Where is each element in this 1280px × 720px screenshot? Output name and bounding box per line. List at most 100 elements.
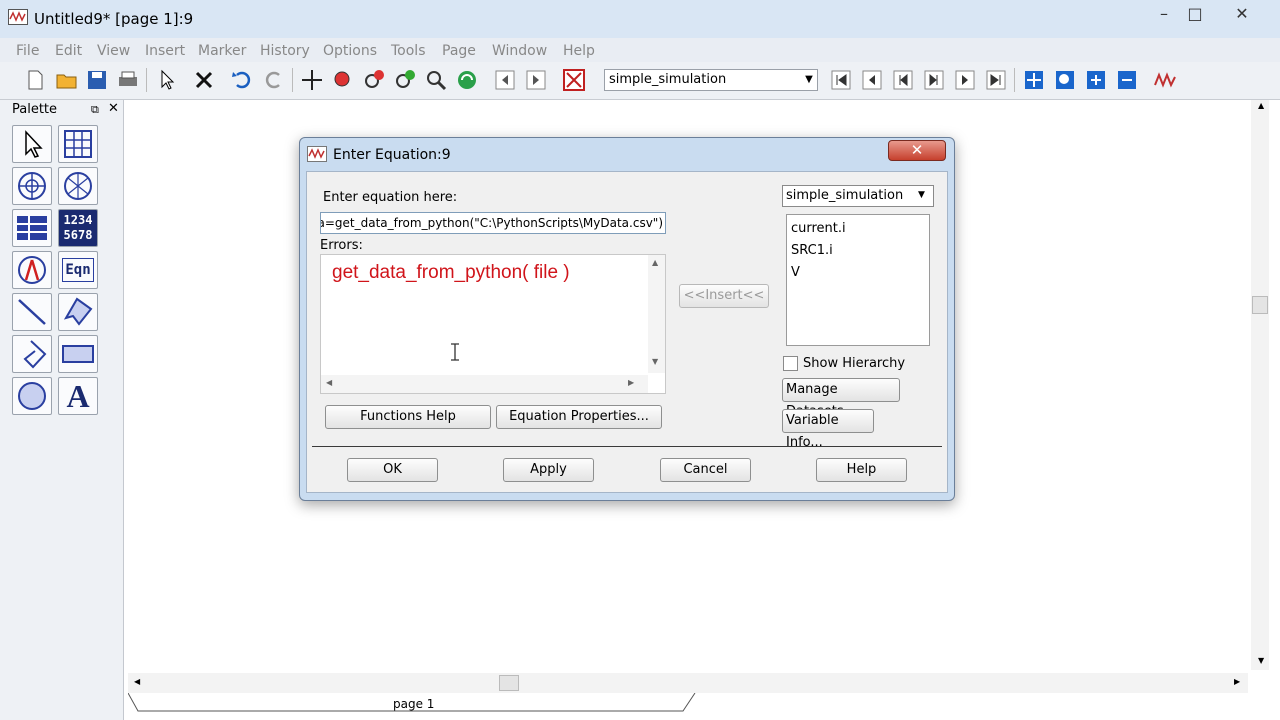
chevron-down-icon[interactable]: ▼ — [918, 190, 925, 200]
next-icon[interactable] — [952, 67, 978, 93]
zoom-in-2-icon[interactable] — [361, 67, 387, 93]
scroll-up-icon[interactable]: ▲ — [652, 258, 658, 267]
errors-vertical-scrollbar[interactable]: ▲ ▼ — [648, 255, 665, 373]
print-icon[interactable] — [115, 67, 141, 93]
variable-item[interactable]: V — [791, 265, 800, 280]
variable-item[interactable]: SRC1.i — [791, 243, 833, 258]
float-icon[interactable]: ⧉ — [91, 103, 99, 117]
palette-text-icon[interactable]: A — [58, 377, 98, 415]
menu-marker[interactable]: Marker — [198, 43, 246, 59]
menu-help[interactable]: Help — [563, 43, 595, 59]
apply-button[interactable]: Apply — [503, 458, 594, 482]
prev-icon[interactable] — [859, 67, 885, 93]
dialog-separator — [312, 446, 942, 447]
dialog-title: Enter Equation:9 — [333, 147, 451, 163]
help-button[interactable]: Help — [816, 458, 907, 482]
scroll-right-icon[interactable]: ▶ — [628, 378, 634, 387]
step-forward-icon[interactable] — [921, 67, 947, 93]
undo-icon[interactable] — [229, 67, 255, 93]
chevron-down-icon[interactable]: ▼ — [800, 69, 818, 91]
ok-button[interactable]: OK — [347, 458, 438, 482]
menu-file[interactable]: File — [16, 43, 39, 59]
menu-tools[interactable]: Tools — [391, 43, 426, 59]
palette-pointer-icon[interactable] — [12, 125, 52, 163]
scroll-up-icon[interactable]: ▲ — [1258, 101, 1264, 110]
select-pointer-icon[interactable] — [154, 67, 180, 93]
nav-next-icon[interactable] — [523, 67, 549, 93]
last-icon[interactable] — [983, 67, 1009, 93]
errors-horizontal-scrollbar[interactable]: ◀ ▶ — [321, 375, 648, 393]
refresh-icon[interactable] — [454, 67, 480, 93]
zoom-plus-icon[interactable] — [1083, 67, 1109, 93]
horizontal-scroll-thumb[interactable] — [499, 675, 519, 691]
close-icon[interactable]: ✕ — [108, 101, 119, 116]
variable-item[interactable]: current.i — [791, 221, 846, 236]
canvas-vertical-scrollbar[interactable]: ▲ ▼ — [1251, 100, 1269, 670]
clear-icon[interactable] — [561, 67, 587, 93]
toolbar-separator — [292, 68, 293, 92]
scroll-right-icon[interactable]: ▶ — [1234, 677, 1240, 686]
functions-help-button[interactable]: Functions Help — [325, 405, 491, 429]
menu-window[interactable]: Window — [492, 43, 547, 59]
dialog-close-button[interactable]: ✕ — [888, 140, 946, 161]
scroll-down-icon[interactable]: ▼ — [652, 357, 658, 366]
menu-view[interactable]: View — [97, 43, 130, 59]
zoom-minus-icon[interactable] — [1114, 67, 1140, 93]
dialog-dataset-select[interactable]: simple_simulation — [782, 185, 934, 207]
menu-page[interactable]: Page — [442, 43, 476, 59]
nav-prev-icon[interactable] — [492, 67, 518, 93]
palette-smith-chart-icon[interactable] — [58, 167, 98, 205]
canvas-horizontal-scrollbar[interactable]: ◀ ▶ — [128, 673, 1248, 693]
page-tab[interactable]: page 1 — [393, 697, 434, 711]
zoom-box-icon[interactable] — [330, 67, 356, 93]
palette-list-icon[interactable] — [12, 209, 52, 247]
palette-line-icon[interactable] — [12, 293, 52, 331]
scroll-left-icon[interactable]: ◀ — [134, 677, 140, 686]
palette-polygon-icon[interactable] — [58, 293, 98, 331]
delete-icon[interactable] — [191, 67, 217, 93]
insert-button[interactable]: <<Insert<< — [679, 284, 769, 308]
palette-ellipse-icon[interactable] — [12, 377, 52, 415]
menu-history[interactable]: History — [260, 43, 310, 59]
page-tab-bar: page 1 — [128, 693, 1278, 720]
scroll-down-icon[interactable]: ▼ — [1258, 656, 1264, 665]
app-waveform-icon — [8, 9, 28, 25]
close-window-button[interactable]: ✕ — [1224, 3, 1260, 25]
variable-info-button[interactable]: Variable Info... — [782, 409, 874, 450]
dataset-select[interactable]: simple_simulation — [604, 69, 818, 91]
palette-numeric-icon[interactable]: 1234 5678 — [58, 209, 98, 247]
zoom-icon[interactable] — [423, 67, 449, 93]
menu-edit[interactable]: Edit — [55, 43, 82, 59]
scroll-left-icon[interactable]: ◀ — [326, 378, 332, 387]
new-file-icon[interactable] — [22, 67, 48, 93]
first-icon[interactable] — [828, 67, 854, 93]
toolbar-separator — [146, 68, 147, 92]
palette-equation-icon[interactable]: Eqn — [58, 251, 98, 289]
menu-options[interactable]: Options — [323, 43, 377, 59]
zoom-out-2-icon[interactable] — [392, 67, 418, 93]
palette-title: Palette — [12, 102, 58, 117]
show-hierarchy-checkbox[interactable] — [783, 356, 798, 371]
zoom-fit-icon[interactable] — [1052, 67, 1078, 93]
manage-datasets-button[interactable]: Manage Datasets... — [782, 378, 900, 419]
palette-rectangle-icon[interactable] — [58, 335, 98, 373]
vertical-scroll-thumb[interactable] — [1252, 296, 1268, 314]
step-back-icon[interactable] — [890, 67, 916, 93]
palette-polar-icon[interactable] — [12, 167, 52, 205]
palette-grid-icon[interactable] — [58, 125, 98, 163]
cancel-button[interactable]: Cancel — [660, 458, 751, 482]
move-icon[interactable] — [299, 67, 325, 93]
palette-polyline-icon[interactable] — [12, 335, 52, 373]
save-icon[interactable] — [84, 67, 110, 93]
equation-input[interactable]: data=get_data_from_python("C:\PythonScri… — [320, 212, 666, 234]
redo-icon[interactable] — [261, 67, 287, 93]
toolbar-separator — [1014, 68, 1015, 92]
equation-input-value: data=get_data_from_python("C:\PythonScri… — [320, 216, 663, 230]
menu-insert[interactable]: Insert — [145, 43, 185, 59]
fit-icon[interactable] — [1021, 67, 1047, 93]
open-folder-icon[interactable] — [54, 67, 80, 93]
palette-antenna-icon[interactable] — [12, 251, 52, 289]
maximize-button[interactable]: □ — [1177, 3, 1213, 25]
equation-properties-button[interactable]: Equation Properties... — [496, 405, 662, 429]
waveform-tool-icon[interactable] — [1152, 67, 1178, 93]
